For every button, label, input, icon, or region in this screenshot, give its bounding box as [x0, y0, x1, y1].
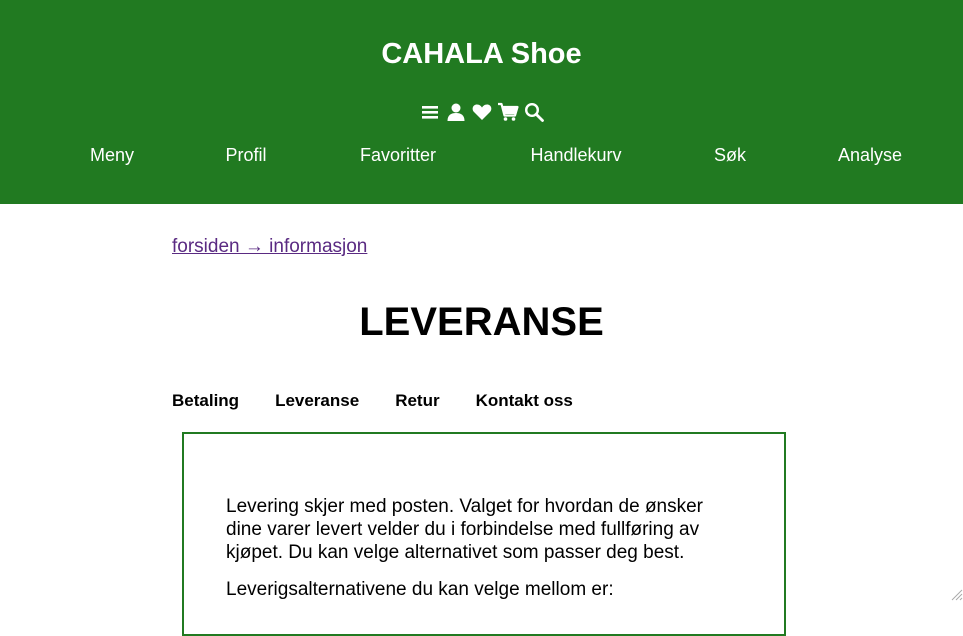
heart-icon[interactable]: [471, 101, 493, 123]
site-title[interactable]: CAHALA Shoe: [0, 38, 963, 71]
content-panel: Levering skjer med posten. Valget for hv…: [182, 432, 786, 636]
cart-icon[interactable]: [497, 101, 519, 123]
nav-item-sok[interactable]: Søk: [714, 145, 746, 166]
tab-retur[interactable]: Retur: [395, 391, 439, 411]
breadcrumb-link[interactable]: forsiden → informasjon: [172, 236, 367, 257]
content-paragraph: Levering skjer med posten. Valget for hv…: [226, 496, 704, 563]
content-paragraph: Leverigsalternativene du kan velge mello…: [226, 579, 614, 600]
menu-icon[interactable]: [419, 101, 441, 123]
nav-item-profil[interactable]: Profil: [225, 145, 266, 166]
nav-item-analyse[interactable]: Analyse: [838, 145, 902, 166]
info-tabs: Betaling Leveranse Retur Kontakt oss: [172, 391, 573, 411]
site-header: CAHALA Shoe Meny Profil Favoritter Handl…: [0, 0, 963, 204]
header-icon-row: [0, 101, 963, 123]
page-title: LEVERANSE: [359, 300, 604, 344]
tab-betaling[interactable]: Betaling: [172, 391, 239, 411]
tab-leveranse[interactable]: Leveranse: [275, 391, 359, 411]
breadcrumb: forsiden → informasjon: [172, 236, 367, 258]
nav-item-favoritter[interactable]: Favoritter: [360, 145, 436, 166]
tab-kontakt-oss[interactable]: Kontakt oss: [476, 391, 573, 411]
content-text: Levering skjer med posten. Valget for hv…: [184, 434, 784, 601]
search-icon[interactable]: [523, 101, 545, 123]
nav-item-handlekurv[interactable]: Handlekurv: [530, 145, 621, 166]
nav-item-meny[interactable]: Meny: [90, 145, 134, 166]
resize-handle-icon[interactable]: [949, 587, 963, 601]
user-icon[interactable]: [445, 101, 467, 123]
